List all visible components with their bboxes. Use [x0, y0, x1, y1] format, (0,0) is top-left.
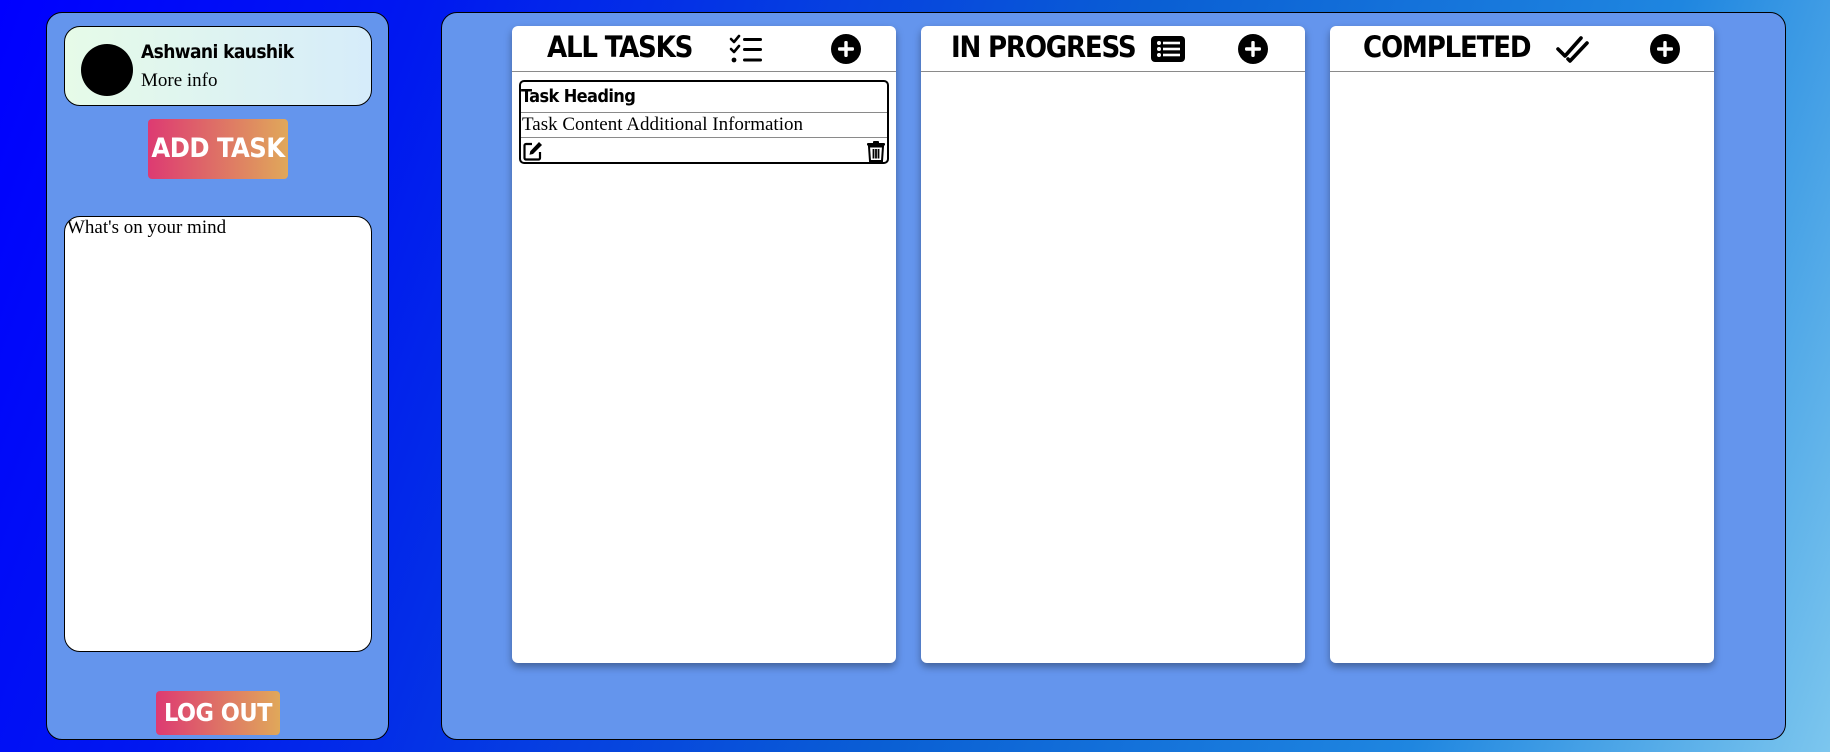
task-card[interactable]: Task Heading Task Content Additional Inf…	[519, 80, 889, 164]
add-task-icon[interactable]	[830, 33, 862, 65]
add-task-icon[interactable]	[1649, 33, 1681, 65]
checklist-icon	[729, 34, 762, 63]
list-icon	[1151, 36, 1185, 62]
notes-textarea[interactable]	[64, 216, 372, 652]
column-title: IN PROGRESS	[951, 30, 1137, 64]
task-content: Task Content Additional Information	[521, 113, 887, 138]
column-header: IN PROGRESS	[921, 26, 1305, 72]
profile-card[interactable]: Ashwani kaushik More info	[64, 26, 372, 106]
edit-icon[interactable]	[522, 140, 544, 162]
column-in-progress: IN PROGRESS	[921, 26, 1305, 663]
profile-name: Ashwani kaushik	[141, 41, 294, 63]
avatar[interactable]	[81, 44, 133, 96]
column-title: ALL TASKS	[547, 30, 693, 64]
add-task-icon[interactable]	[1237, 33, 1269, 65]
add-task-button[interactable]: ADD TASK	[148, 119, 288, 179]
more-info-link[interactable]: More info	[141, 70, 218, 92]
column-title: COMPLETED	[1363, 30, 1532, 64]
column-header: COMPLETED	[1330, 26, 1714, 72]
column-header: ALL TASKS	[512, 26, 896, 72]
logout-button[interactable]: LOG OUT	[156, 691, 280, 735]
task-heading: Task Heading	[521, 82, 887, 113]
sidebar: Ashwani kaushik More info ADD TASK LOG O…	[46, 12, 389, 740]
column-all-tasks: ALL TASKS Task Heading Task Content Addi…	[512, 26, 896, 663]
task-board: ALL TASKS Task Heading Task Content Addi…	[441, 12, 1786, 740]
column-completed: COMPLETED	[1330, 26, 1714, 663]
double-check-icon	[1556, 36, 1589, 63]
trash-icon[interactable]	[865, 140, 887, 162]
